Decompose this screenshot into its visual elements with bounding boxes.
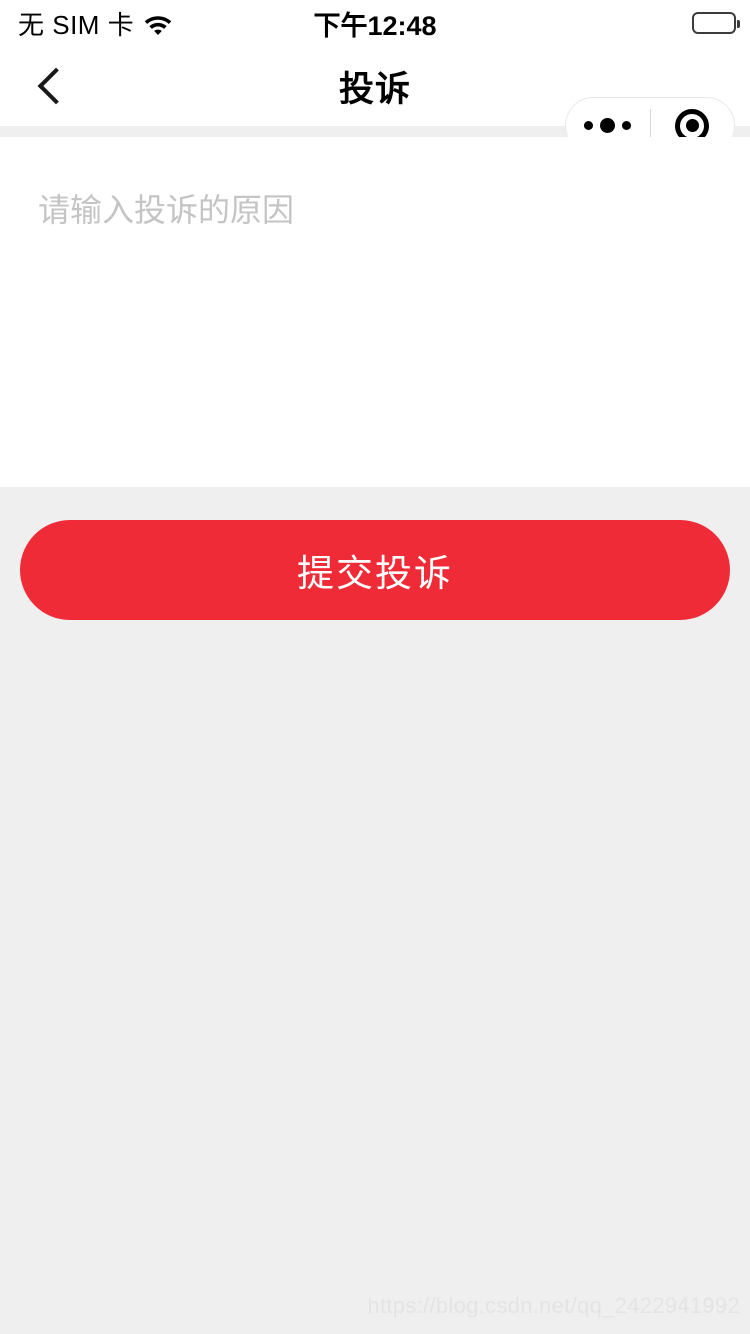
status-bar-right: [692, 0, 740, 46]
submit-complaint-button[interactable]: 提交投诉: [20, 520, 730, 620]
action-area: 提交投诉 https://blog.csdn.net/qq_2422941992: [0, 487, 750, 1324]
complaint-reason-input[interactable]: [38, 187, 712, 437]
status-bar: 无 SIM 卡 下午12:48: [0, 0, 750, 46]
nav-bar: 投诉: [0, 46, 750, 154]
more-dots-icon: [584, 121, 594, 130]
battery-icon: [692, 12, 740, 34]
complaint-input-panel: [0, 137, 750, 487]
status-bar-time: 下午12:48: [313, 10, 437, 41]
more-dots-icon: [622, 121, 632, 130]
more-dots-icon: [600, 118, 616, 133]
watermark-text: https://blog.csdn.net/qq_2422941992: [367, 1293, 740, 1318]
